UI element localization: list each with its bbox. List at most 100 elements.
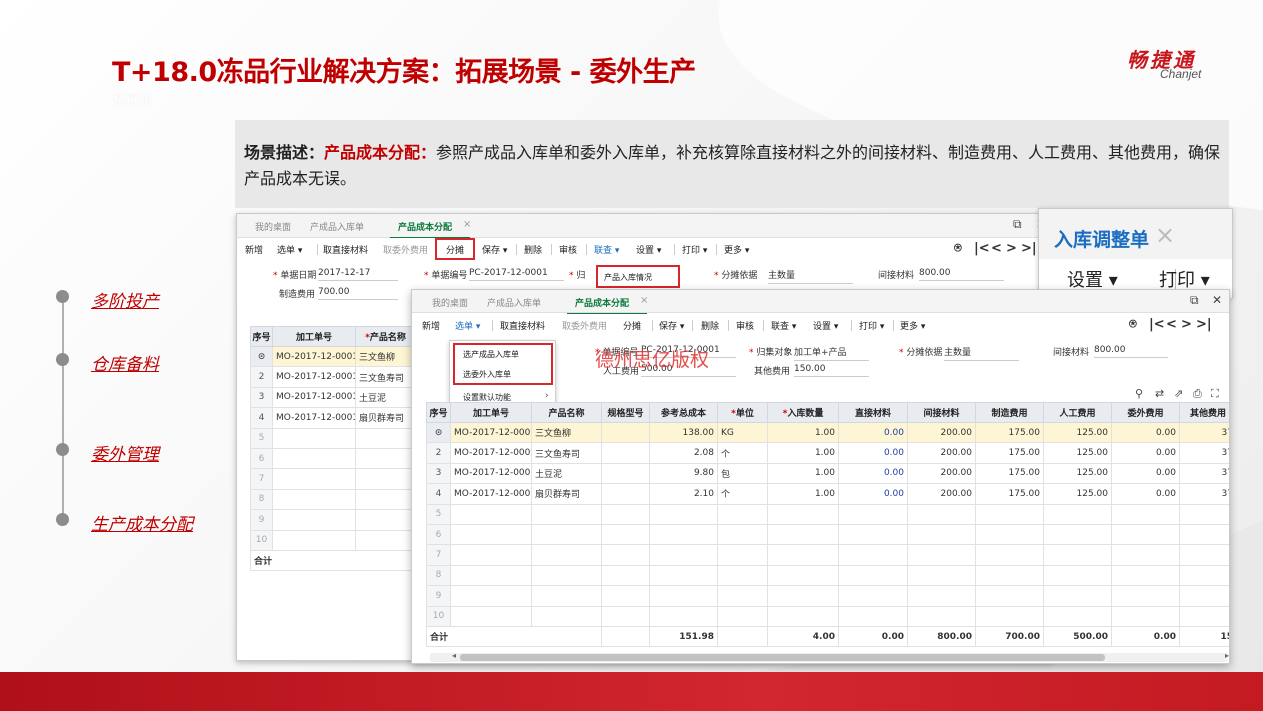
timeline-link-multistage[interactable]: 多阶投产 xyxy=(91,287,159,312)
tab-my-desktop[interactable]: 我的桌面 xyxy=(432,296,468,309)
allocate-button[interactable]: 分摊 xyxy=(623,319,641,332)
tab-finished-goods[interactable]: 产成品入库单 xyxy=(487,296,541,309)
last-record-icon[interactable]: >| xyxy=(1196,317,1212,332)
export-icon[interactable]: ⇗ xyxy=(1174,387,1183,400)
column-header[interactable]: 委外费用 xyxy=(1111,402,1180,423)
delete-button[interactable]: 删除 xyxy=(701,319,719,332)
fetch-outsource-fee-button[interactable]: 取委外费用 xyxy=(383,243,428,256)
timeline-link-outsourcing[interactable]: 委外管理 xyxy=(91,440,159,465)
table-row[interactable]: 8 xyxy=(426,564,1229,587)
tab-my-desktop[interactable]: 我的桌面 xyxy=(255,220,291,233)
table-row[interactable]: 10 xyxy=(250,529,416,551)
timeline-link-cost-allocation[interactable]: 生产成本分配 xyxy=(91,510,193,535)
timeline-link-warehouse[interactable]: 仓库备料 xyxy=(91,350,159,375)
table-row[interactable]: 5 xyxy=(426,503,1229,525)
scrollbar-thumb[interactable] xyxy=(460,654,1105,661)
select-menu[interactable]: 选单 ▾ xyxy=(455,319,480,332)
horizontal-scrollbar[interactable]: ◂ ▸ xyxy=(430,651,1229,662)
restore-icon[interactable]: ⧉ xyxy=(1013,217,1022,232)
column-header[interactable]: 制造费用 xyxy=(975,402,1044,423)
new-button[interactable]: 新增 xyxy=(422,319,440,332)
next-record-icon[interactable]: > xyxy=(1181,317,1192,332)
table-row[interactable]: 3 MO-2017-12-0001 土豆泥 xyxy=(250,386,416,409)
print-icon[interactable]: ⎙ xyxy=(1193,387,1202,401)
fetch-direct-material-button[interactable]: 取直接材料 xyxy=(323,243,368,256)
tab-close-icon[interactable]: × xyxy=(640,295,648,306)
audit-button[interactable]: 审核 xyxy=(559,243,577,256)
table-row[interactable]: 2 MO-2017-12-0001 三文鱼寿司 2.08 个 1.00 0.00 200.… xyxy=(426,442,1229,464)
tab-cost-allocation[interactable]: 产品成本分配 xyxy=(566,296,648,315)
column-header[interactable]: 人工费用 xyxy=(1043,402,1112,423)
column-header[interactable]: 加工单号 xyxy=(272,326,356,347)
tab-cost-allocation[interactable]: 产品成本分配 xyxy=(389,220,471,239)
new-button[interactable]: 新增 xyxy=(245,243,263,256)
fetch-outsource-fee-button[interactable]: 取委外费用 xyxy=(562,319,607,332)
first-record-icon[interactable]: |< xyxy=(974,241,990,256)
prev-record-icon[interactable]: < xyxy=(991,241,1002,256)
more-menu[interactable]: 更多 ▾ xyxy=(900,319,925,332)
column-header[interactable]: 加工单号 xyxy=(450,402,532,423)
query-menu[interactable]: 联查 ▾ xyxy=(594,243,619,256)
table-row[interactable]: ⊙ MO-2017-12-0001 三文鱼柳 xyxy=(250,345,416,368)
save-menu[interactable]: 保存 ▾ xyxy=(482,243,507,256)
bill-date-field[interactable]: 2017-12-17 xyxy=(318,268,398,281)
fullscreen-icon[interactable]: ⛶ xyxy=(1211,387,1219,401)
table-row[interactable]: 9 xyxy=(250,509,416,531)
column-header[interactable]: 产品名称 xyxy=(531,402,602,423)
print-menu[interactable]: 打印 ▾ xyxy=(859,319,884,332)
collect-target-field[interactable]: 加工单+产品 xyxy=(794,345,869,361)
table-row[interactable]: 4 MO-2017-12-0001 扇贝群寿司 2.10 个 1.00 0.00 200.… xyxy=(426,483,1229,505)
scroll-right-icon[interactable]: ▸ xyxy=(1225,651,1229,660)
print-menu[interactable]: 打印 ▾ xyxy=(682,243,707,256)
table-row[interactable]: 7 xyxy=(250,468,416,490)
table-row[interactable]: 10 xyxy=(426,605,1229,627)
table-row[interactable]: 2 MO-2017-12-0001 三文鱼寿司 xyxy=(250,366,416,388)
alloc-basis-field[interactable]: 主数量 xyxy=(768,268,853,284)
first-record-icon[interactable]: |< xyxy=(1149,317,1165,332)
column-header[interactable]: *单位 xyxy=(717,402,768,423)
last-record-icon[interactable]: >| xyxy=(1021,241,1037,256)
column-header[interactable]: 间接材料 xyxy=(907,402,976,423)
indirect-material-field[interactable]: 800.00 xyxy=(1094,345,1168,358)
table-row[interactable]: 9 xyxy=(426,585,1229,607)
column-header[interactable]: 直接材料 xyxy=(838,402,908,423)
column-header[interactable]: 序号 xyxy=(426,402,451,423)
column-header[interactable]: *入库数量 xyxy=(767,402,839,423)
indirect-material-field[interactable]: 800.00 xyxy=(919,268,1004,281)
fetch-direct-material-button[interactable]: 取直接材料 xyxy=(500,319,545,332)
table-row[interactable]: ⊙ MO-2017-12-0001 三文鱼柳 138.00 KG 1.00 0.00 20… xyxy=(426,421,1229,444)
table-row[interactable]: 8 xyxy=(250,488,416,511)
query-menu[interactable]: 联查 ▾ xyxy=(771,319,796,332)
filter-icon[interactable]: ⇄ xyxy=(1155,387,1164,400)
locate-icon[interactable]: ⍟ xyxy=(954,241,962,256)
tab-finished-goods[interactable]: 产成品入库单 xyxy=(310,220,364,233)
pin-icon[interactable]: ⚲ xyxy=(1135,387,1143,400)
save-menu[interactable]: 保存 ▾ xyxy=(659,319,684,332)
delete-button[interactable]: 删除 xyxy=(524,243,542,256)
column-header[interactable]: 规格型号 xyxy=(601,402,650,423)
scroll-left-icon[interactable]: ◂ xyxy=(452,651,456,660)
more-menu[interactable]: 更多 ▾ xyxy=(724,243,749,256)
audit-button[interactable]: 审核 xyxy=(736,319,754,332)
other-fee-field[interactable]: 150.00 xyxy=(794,364,869,377)
table-row[interactable]: 6 xyxy=(250,447,416,470)
popup-product-inbound[interactable]: 产品入库情况 xyxy=(596,265,680,288)
close-icon[interactable]: ✕ xyxy=(1212,293,1222,307)
settings-menu[interactable]: 设置 ▾ xyxy=(813,319,838,332)
column-header[interactable]: 参考总成本 xyxy=(649,402,718,423)
locate-icon[interactable]: ⍟ xyxy=(1129,317,1137,332)
tab-inbound-adjust[interactable]: 入库调整单 xyxy=(1054,225,1149,252)
table-row[interactable]: 3 MO-2017-12-0001 土豆泥 9.80 包 1.00 0.00 200.00… xyxy=(426,462,1229,485)
restore-icon[interactable]: ⧉ xyxy=(1190,293,1199,308)
table-row[interactable]: 4 MO-2017-12-0001 扇贝群寿司 xyxy=(250,407,416,429)
column-header[interactable]: *产品名称 xyxy=(355,326,416,347)
prev-record-icon[interactable]: < xyxy=(1166,317,1177,332)
column-header[interactable]: 其他费用 xyxy=(1179,402,1229,423)
settings-menu[interactable]: 设置 ▾ xyxy=(636,243,661,256)
table-row[interactable]: 7 xyxy=(426,544,1229,566)
tab-close-icon[interactable]: × xyxy=(463,219,471,230)
column-header[interactable]: 序号 xyxy=(250,326,273,347)
mfg-fee-field[interactable]: 700.00 xyxy=(318,287,398,300)
tab-close-icon[interactable]: × xyxy=(1155,221,1175,249)
next-record-icon[interactable]: > xyxy=(1006,241,1017,256)
